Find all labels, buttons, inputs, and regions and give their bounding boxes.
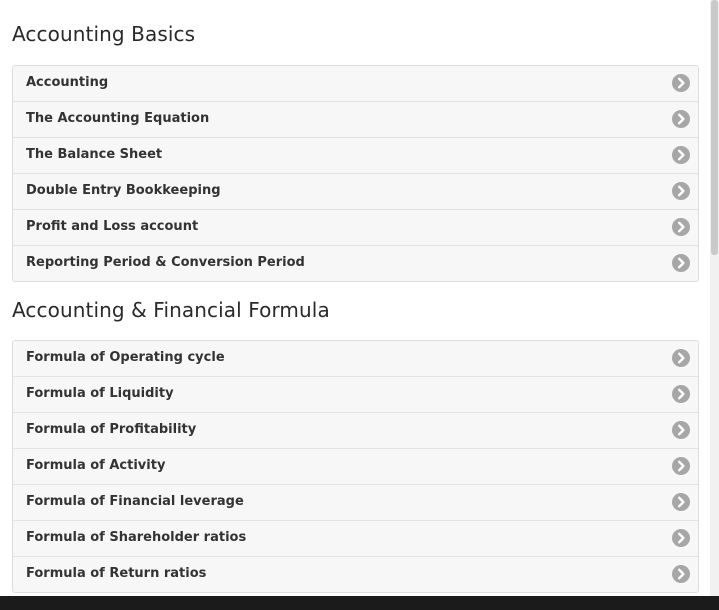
list-item-label: Formula of Liquidity (26, 386, 174, 401)
chevron-right-circle-icon (672, 385, 690, 403)
chevron-right-circle-icon (672, 74, 690, 92)
section-title-accounting-basics: Accounting Basics (12, 22, 196, 46)
list-item-activity[interactable]: Formula of Activity (13, 448, 698, 484)
list-item-label: The Accounting Equation (26, 111, 210, 126)
list-item-label: Accounting (26, 75, 109, 90)
chevron-right-circle-icon (672, 218, 690, 236)
list-item-label: The Balance Sheet (26, 147, 163, 162)
chevron-right-circle-icon (672, 529, 690, 547)
chevron-right-circle-icon (672, 349, 690, 367)
chevron-right-circle-icon (672, 421, 690, 439)
list-item-label: Formula of Operating cycle (26, 350, 225, 365)
list-item-label: Formula of Financial leverage (26, 494, 244, 509)
list-item-balance-sheet[interactable]: The Balance Sheet (13, 137, 698, 173)
list-item-double-entry-bookkeeping[interactable]: Double Entry Bookkeeping (13, 173, 698, 209)
accounting-basics-list: Accounting The Accounting Equation The B… (12, 65, 699, 282)
chevron-right-circle-icon (672, 182, 690, 200)
page-viewport: Accounting Basics Accounting The Account… (0, 0, 714, 596)
vertical-scrollbar[interactable] (710, 0, 719, 596)
bottom-frame-bar (0, 596, 719, 610)
list-item-financial-leverage[interactable]: Formula of Financial leverage (13, 484, 698, 520)
list-item-label: Double Entry Bookkeeping (26, 183, 221, 198)
chevron-right-circle-icon (672, 254, 690, 272)
list-item-liquidity[interactable]: Formula of Liquidity (13, 376, 698, 412)
list-item-label: Formula of Activity (26, 458, 166, 473)
list-item-label: Profit and Loss account (26, 219, 199, 234)
chevron-right-circle-icon (672, 565, 690, 583)
chevron-right-circle-icon (672, 146, 690, 164)
list-item-label: Formula of Return ratios (26, 566, 207, 581)
section-title-financial-formula: Accounting & Financial Formula (12, 298, 330, 322)
list-item-profitability[interactable]: Formula of Profitability (13, 412, 698, 448)
list-item-label: Formula of Profitability (26, 422, 197, 437)
list-item-profit-and-loss[interactable]: Profit and Loss account (13, 209, 698, 245)
list-item-operating-cycle[interactable]: Formula of Operating cycle (13, 341, 698, 376)
chevron-right-circle-icon (672, 493, 690, 511)
chevron-right-circle-icon (672, 110, 690, 128)
list-item-shareholder-ratios[interactable]: Formula of Shareholder ratios (13, 520, 698, 556)
list-item-accounting[interactable]: Accounting (13, 66, 698, 101)
list-item-accounting-equation[interactable]: The Accounting Equation (13, 101, 698, 137)
list-item-label: Reporting Period & Conversion Period (26, 255, 305, 270)
scrollbar-thumb[interactable] (711, 0, 718, 255)
list-item-return-ratios[interactable]: Formula of Return ratios (13, 556, 698, 592)
list-item-label: Formula of Shareholder ratios (26, 530, 247, 545)
chevron-right-circle-icon (672, 457, 690, 475)
financial-formula-list: Formula of Operating cycle Formula of Li… (12, 340, 699, 593)
list-item-reporting-period[interactable]: Reporting Period & Conversion Period (13, 245, 698, 281)
